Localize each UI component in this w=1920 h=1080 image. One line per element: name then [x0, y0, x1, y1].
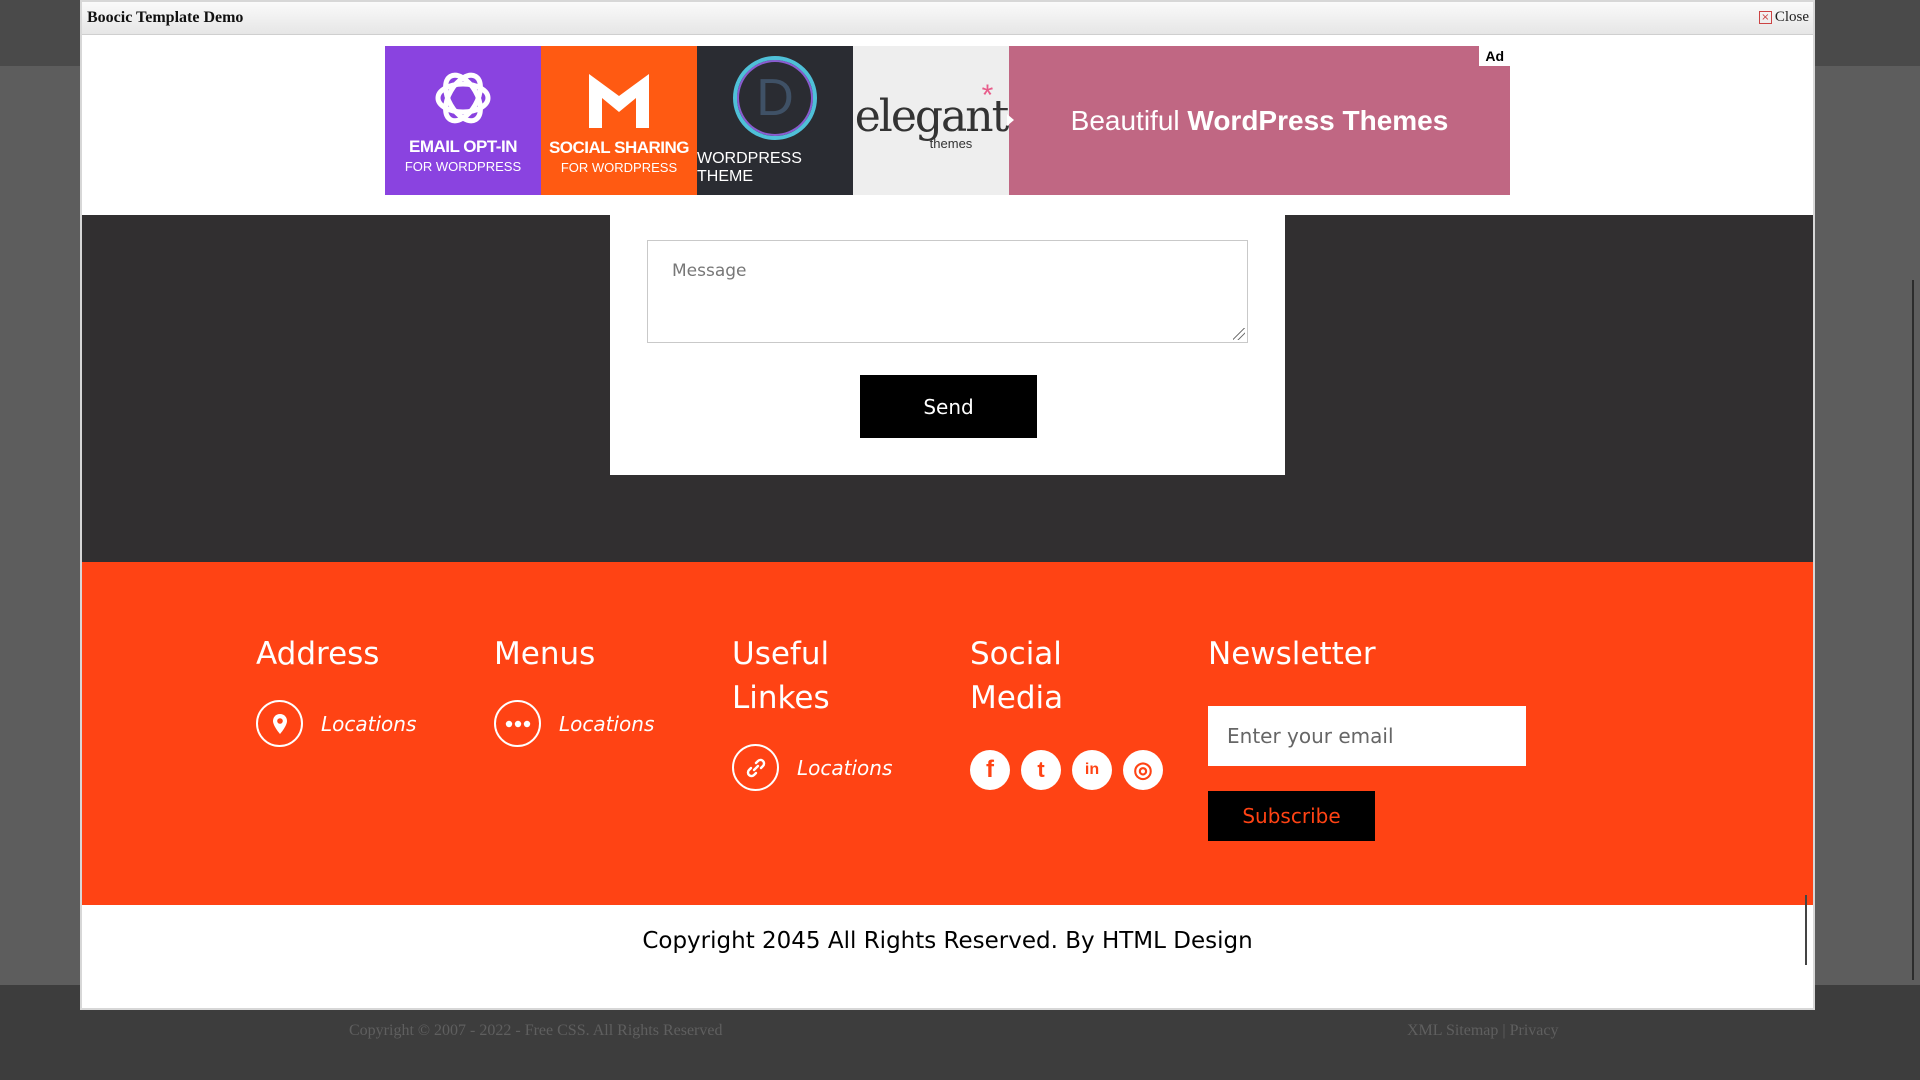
ad-headline: Beautiful WordPress Themes — [1071, 105, 1449, 137]
ad-badge[interactable]: Ad — [1479, 46, 1510, 66]
elegant-themes-logo: elegant * — [855, 79, 1010, 142]
social-media-heading: Social Media — [970, 632, 1163, 720]
ad-banner[interactable]: EMAIL OPT-IN FOR WORDPRESS SOCIAL SHARIN… — [385, 46, 1510, 195]
monarch-logo-icon — [589, 74, 649, 128]
ad-arrow-icon — [1007, 114, 1014, 126]
map-pin-icon — [256, 700, 303, 747]
useful-heading-line1: Useful — [732, 636, 830, 672]
instagram-icon[interactable]: ◎ — [1123, 750, 1163, 790]
modal-scrollbar[interactable] — [1805, 895, 1807, 965]
divi-logo-letter: D — [756, 68, 794, 127]
modal-title: Boocic Template Demo — [87, 9, 244, 26]
ad-tile-wordpress-theme: D WORDPRESS THEME — [697, 46, 853, 195]
copyright-bar: Copyright 2045 All Rights Reserved. By H… — [82, 905, 1813, 1008]
ad-headline-regular: Beautiful — [1070, 104, 1188, 136]
bloom-logo-icon — [435, 72, 491, 124]
subscribe-button[interactable]: Subscribe — [1208, 791, 1375, 841]
ad-tile-social-sharing: SOCIAL SHARING FOR WORDPRESS — [541, 46, 697, 195]
sitemap-link[interactable]: XML Sitemap — [1407, 1022, 1498, 1039]
link-icon — [732, 744, 779, 791]
ad-tile-title: SOCIAL SHARING — [548, 138, 690, 157]
copyright-label: Copyright 2045 All Rights Reserved. By — [642, 928, 1102, 954]
linkedin-icon[interactable]: in — [1072, 750, 1112, 790]
background-copyright: Copyright © 2007 - 2022 - Free CSS. All … — [349, 1022, 723, 1039]
ad-tile-subtitle: FOR WORDPRESS — [404, 159, 522, 174]
social-icons-row: f t in ◎ — [970, 750, 1163, 790]
ad-tile-title: EMAIL OPT-IN — [409, 137, 517, 156]
menus-heading: Menus — [494, 636, 596, 672]
copyright-text: Copyright 2045 All Rights Reserved. By H… — [82, 928, 1813, 954]
address-location-item: Locations — [256, 700, 416, 747]
address-heading: Address — [256, 636, 380, 672]
footer-newsletter-column: Newsletter Subscribe — [1208, 632, 1526, 841]
footer-menus-column: Menus Locations — [494, 632, 654, 747]
close-icon: × — [1758, 11, 1772, 24]
resize-handle-icon[interactable] — [1233, 328, 1245, 340]
useful-location-item: Locations — [732, 744, 892, 791]
contact-section: Message Send — [82, 215, 1813, 562]
close-label: Close — [1774, 9, 1809, 25]
social-heading-line2: Media — [970, 680, 1064, 716]
html-design-link[interactable]: HTML Design — [1102, 928, 1253, 954]
address-locations-link[interactable]: Locations — [321, 712, 416, 736]
footer-social-column: Social Media f t in ◎ — [970, 632, 1163, 790]
privacy-link[interactable]: Privacy — [1510, 1022, 1559, 1039]
ad-tile-email-optin: EMAIL OPT-IN FOR WORDPRESS — [385, 46, 541, 195]
divi-logo-icon: D — [733, 55, 817, 140]
useful-locations-link[interactable]: Locations — [797, 756, 892, 780]
ad-headline-panel: Beautiful WordPress Themes Ad — [1007, 46, 1510, 195]
menus-location-item: Locations — [494, 700, 654, 747]
useful-heading-line2: Linkes — [732, 680, 830, 716]
message-placeholder: Message — [672, 261, 747, 281]
ad-container: EMAIL OPT-IN FOR WORDPRESS SOCIAL SHARIN… — [82, 35, 1813, 215]
background-footer-links: XML Sitemap | Privacy — [1407, 1022, 1558, 1040]
demo-modal: Boocic Template Demo × Close EMAIL OPT-I… — [80, 0, 1815, 1010]
newsletter-email-input[interactable] — [1208, 706, 1526, 766]
ad-tile-title: WORDPRESS THEME — [697, 149, 802, 185]
footer-address-column: Address Locations — [256, 632, 416, 747]
page-scrollbar[interactable] — [1912, 280, 1914, 980]
facebook-icon[interactable]: f — [970, 750, 1010, 790]
send-button[interactable]: Send — [860, 375, 1037, 438]
menus-locations-link[interactable]: Locations — [559, 712, 654, 736]
message-textarea[interactable]: Message — [647, 240, 1248, 343]
footer-useful-links-column: Useful Linkes Locations — [732, 632, 892, 791]
twitter-icon[interactable]: t — [1021, 750, 1061, 790]
footer-section: Address Locations Menus Locations Useful… — [82, 562, 1813, 905]
close-button[interactable]: × Close — [1758, 9, 1809, 26]
ad-tile-elegant-logo: elegant * themes — [853, 46, 1009, 195]
ad-headline-bold: WordPress Themes — [1187, 104, 1449, 136]
modal-titlebar: Boocic Template Demo × Close — [82, 2, 1813, 35]
ad-tile-subtitle: FOR WORDPRESS — [560, 160, 678, 175]
contact-form: Message Send — [610, 215, 1285, 475]
social-heading-line1: Social — [970, 636, 1062, 672]
logo-asterisk-icon: * — [981, 78, 994, 112]
link-separator: | — [1502, 1022, 1506, 1039]
newsletter-heading: Newsletter — [1208, 636, 1376, 672]
more-dots-icon — [494, 700, 541, 747]
useful-links-heading: Useful Linkes — [732, 632, 892, 720]
